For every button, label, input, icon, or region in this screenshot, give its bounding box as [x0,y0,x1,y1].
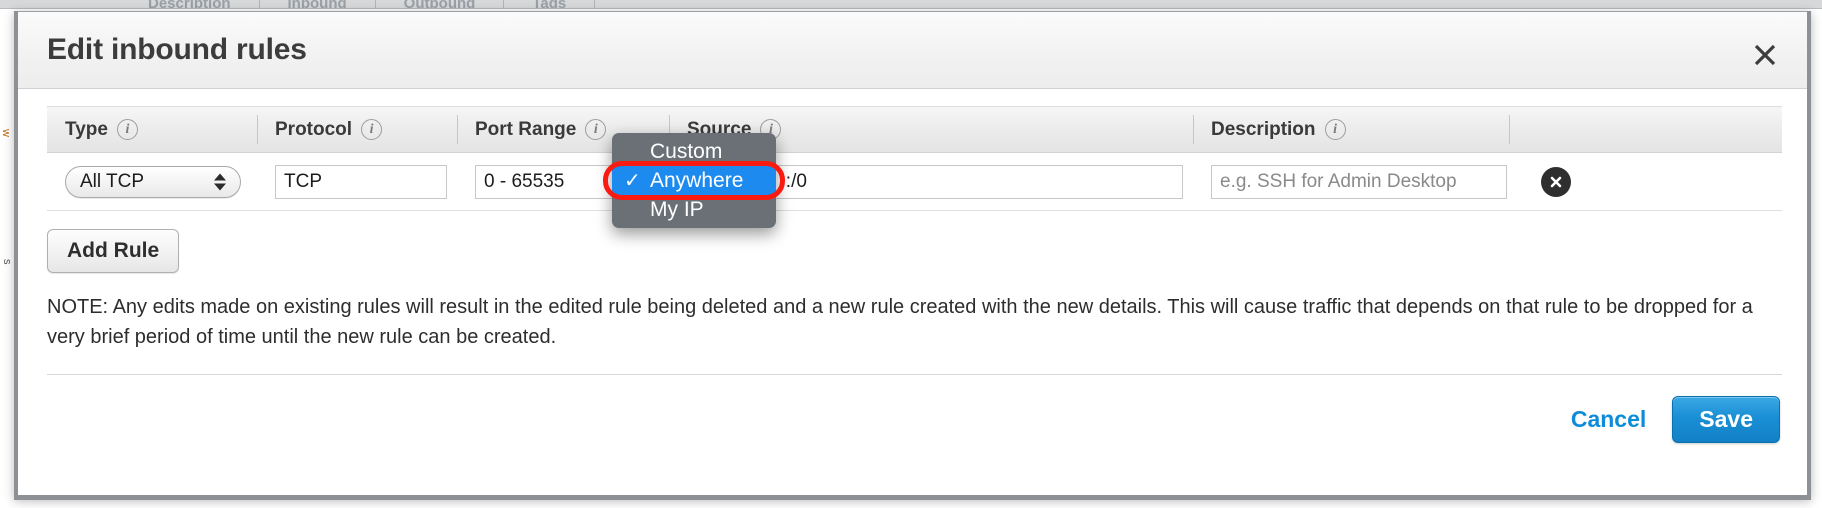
info-icon[interactable]: i [361,119,383,140]
background-tab-inbound[interactable]: Inbound [260,0,376,8]
cancel-button[interactable]: Cancel [1571,406,1646,433]
source-dropdown-menu[interactable]: Custom ✓ Anywhere My IP [603,133,785,228]
column-header-description: Description i [1193,106,1509,153]
background-left-strip: w s [0,9,14,508]
source-option-my-ip-label: My IP [650,197,704,221]
delete-rule-icon[interactable] [1541,166,1571,197]
column-header-port-range-label: Port Range [475,118,577,140]
cell-actions [1509,153,1589,211]
cell-protocol [257,153,457,211]
source-option-my-ip[interactable]: My IP [612,195,776,224]
background-tab-outbound[interactable]: Outbound [376,0,505,8]
column-header-actions [1509,106,1589,153]
background-left-label-2: s [1,259,13,265]
description-input[interactable] [1211,164,1507,199]
cell-description [1193,153,1509,211]
source-option-custom-label: Custom [650,139,723,163]
column-header-description-label: Description [1211,118,1316,140]
column-header-type: Type i [47,106,257,153]
column-header-type-label: Type [65,118,108,140]
background-tab-description[interactable]: Description [120,0,260,8]
background-tab-strip: Description Inbound Outbound Tags [0,0,1822,9]
page-root: Description Inbound Outbound Tags w s Ed… [0,0,1822,508]
dialog-body: Type i Protocol i Port Range i Source i [15,89,1810,498]
add-rule-button[interactable]: Add Rule [47,229,180,273]
note-text: NOTE: Any edits made on existing rules w… [47,296,1753,348]
info-icon[interactable]: i [1324,119,1346,140]
background-tab-tags[interactable]: Tags [504,0,596,8]
info-icon[interactable]: i [116,119,138,140]
page-title: Edit inbound rules [47,33,307,66]
checkmark-icon: ✓ [624,169,641,192]
dialog-footer: Cancel Save [1571,396,1780,443]
rules-table-header: Type i Protocol i Port Range i Source i [47,106,1782,153]
chevron-updown-icon [214,173,226,190]
footer-divider [47,374,1782,375]
rules-table-body: All TCP [47,153,1782,211]
type-select-value: All TCP [80,170,145,192]
save-button[interactable]: Save [1672,396,1780,443]
column-header-protocol: Protocol i [257,106,457,153]
table-row: All TCP [47,153,1782,211]
edit-inbound-rules-dialog: Edit inbound rules Type i Protocol i Por… [14,11,1811,499]
protocol-input[interactable] [275,164,447,199]
source-option-anywhere-label: Anywhere [650,168,744,192]
close-icon[interactable] [1748,38,1782,72]
cell-type: All TCP [47,153,257,211]
rules-table: Type i Protocol i Port Range i Source i [47,106,1782,211]
type-select[interactable]: All TCP [65,165,241,198]
source-option-anywhere[interactable]: ✓ Anywhere [603,161,785,200]
column-header-protocol-label: Protocol [275,118,353,140]
dialog-header: Edit inbound rules [15,12,1810,89]
background-left-label-1: w [0,129,12,137]
source-option-custom[interactable]: Custom [612,137,776,166]
info-icon[interactable]: i [585,119,607,140]
